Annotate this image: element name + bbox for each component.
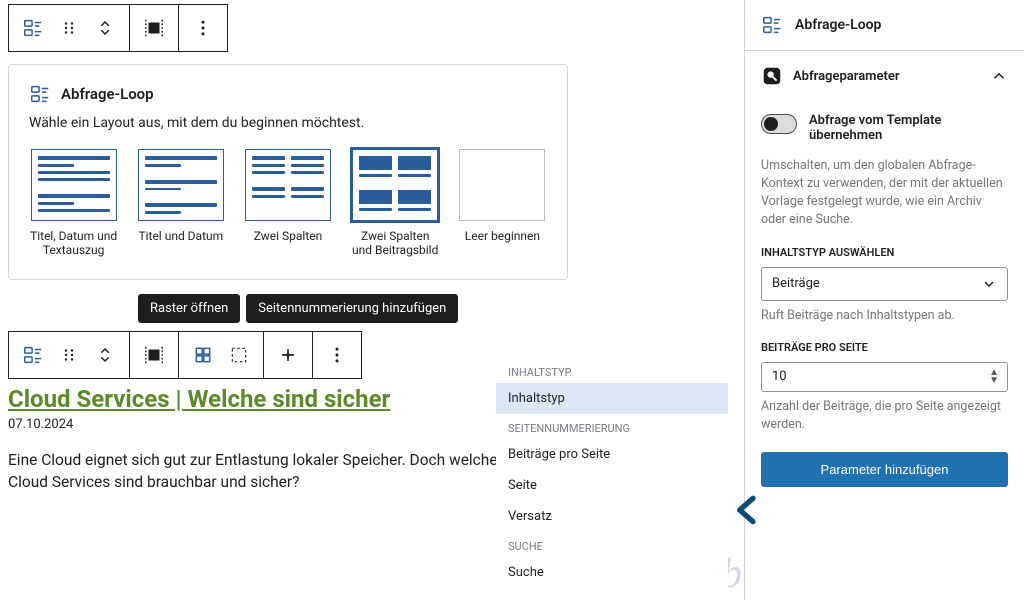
drag-handle-icon[interactable] (55, 341, 83, 369)
dropdown-item[interactable]: Beiträge pro Seite (496, 439, 728, 470)
annotation-arrow-icon (728, 490, 768, 530)
post-preview: Cloud Services | Welche sind sicher 07.1… (8, 385, 528, 493)
move-up-down-icon[interactable] (91, 341, 119, 369)
sidebar-block-name: Abfrage-Loop (795, 17, 881, 33)
query-loop-icon (29, 83, 51, 105)
inherit-query-label: Abfrage vom Template übernehmen (809, 113, 1008, 143)
per-page-help: Anzahl der Beiträge, die pro Seite angez… (761, 398, 1008, 434)
more-options-icon[interactable] (323, 341, 351, 369)
dropdown-group-label: SEITENNUMMERIERUNG (496, 414, 728, 439)
per-page-field-label: BEITRÄGE PRO SEITE (761, 341, 1008, 354)
pattern-option-title-date[interactable]: Titel und Datum (136, 149, 225, 257)
more-options-icon[interactable] (189, 14, 217, 42)
block-toolbar-secondary (8, 331, 362, 379)
block-settings-sidebar: Abfrage-Loop Abfrageparameter Abfrage vo… (744, 0, 1024, 600)
dropdown-item[interactable]: Suche (496, 557, 728, 588)
move-up-down-icon[interactable] (91, 14, 119, 42)
pattern-option-label: Titel, Datum und Textauszug (29, 229, 118, 257)
panel-title: Abfrageparameter (793, 69, 900, 84)
query-loop-icon (761, 14, 783, 36)
chevron-down-icon (981, 276, 997, 292)
pattern-option-blank[interactable]: Leer beginnen (458, 149, 547, 257)
per-page-input[interactable]: 10 ▲▼ (761, 362, 1008, 392)
pattern-option-title-date-excerpt[interactable]: Titel, Datum und Textauszug (29, 149, 118, 257)
pattern-picker-panel: Abfrage-Loop Wähle ein Layout aus, mit d… (8, 64, 568, 280)
post-title-link[interactable]: Cloud Services | Welche sind sicher (8, 385, 528, 413)
add-parameter-button[interactable]: Parameter hinzufügen (761, 452, 1008, 487)
per-page-value: 10 (772, 369, 787, 384)
dropdown-group-label: SUCHE (496, 532, 728, 557)
post-type-help: Ruft Beiträge nach Inhaltstypen ab. (761, 307, 1008, 325)
chevron-up-icon (990, 67, 1008, 85)
align-full-icon[interactable] (140, 341, 168, 369)
post-excerpt: Eine Cloud eignet sich gut zur Entlastun… (8, 450, 528, 493)
query-loop-icon[interactable] (19, 341, 47, 369)
block-toolbar-primary (8, 4, 228, 52)
pattern-picker-title: Abfrage-Loop (61, 85, 154, 103)
add-filter-dropdown: INHALTSTYPInhaltstypSEITENNUMMERIERUNGBe… (496, 358, 728, 588)
drag-handle-icon[interactable] (55, 14, 83, 42)
pattern-option-two-col[interactable]: Zwei Spalten (243, 149, 332, 257)
dropdown-item[interactable]: Versatz (496, 501, 728, 532)
align-full-icon[interactable] (140, 14, 168, 42)
open-grid-button[interactable]: Raster öffnen (138, 294, 240, 323)
pattern-option-label: Leer beginnen (458, 229, 547, 243)
post-type-value: Beiträge (772, 276, 820, 291)
add-filter-icon[interactable] (274, 341, 302, 369)
pattern-picker-items: Titel, Datum und Textauszug Titel und Dat… (29, 149, 547, 257)
dropdown-group-label: INHALTSTYP (496, 358, 728, 383)
query-params-icon (761, 65, 783, 87)
pattern-option-label: Zwei Spalten und Beitragsbild (351, 229, 440, 257)
query-loop-icon[interactable] (19, 14, 47, 42)
list-view-icon[interactable] (225, 341, 253, 369)
inherit-query-toggle[interactable] (761, 114, 797, 134)
dropdown-item[interactable]: Seite (496, 470, 728, 501)
pattern-option-two-col-image[interactable]: Zwei Spalten und Beitragsbild (351, 149, 440, 257)
pattern-picker-subtitle: Wähle ein Layout aus, mit dem du beginne… (29, 115, 547, 131)
grid-view-icon[interactable] (189, 341, 217, 369)
add-pagination-button[interactable]: Seitennummerierung hinzufügen (246, 294, 458, 323)
number-stepper-icon[interactable]: ▲▼ (989, 369, 999, 385)
post-type-select[interactable]: Beiträge (761, 267, 1008, 301)
panel-toggle-query-params[interactable]: Abfrageparameter (745, 51, 1024, 101)
post-type-field-label: INHALTSTYP AUSWÄHLEN (761, 246, 1008, 259)
pattern-option-label: Zwei Spalten (243, 229, 332, 243)
post-date: 07.10.2024 (8, 417, 528, 432)
pattern-option-label: Titel und Datum (136, 229, 225, 243)
dropdown-item[interactable]: Inhaltstyp (496, 383, 728, 414)
inherit-query-help: Umschalten, um den globalen Abfrage-Kont… (761, 157, 1008, 230)
